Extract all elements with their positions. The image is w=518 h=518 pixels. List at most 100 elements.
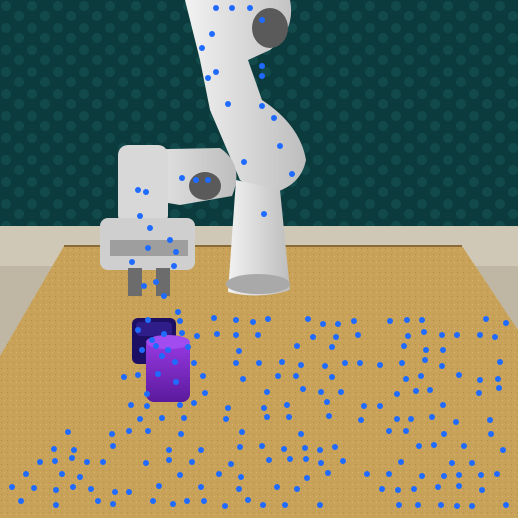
tracking-point — [139, 347, 145, 353]
tracking-point — [488, 431, 494, 437]
tracking-point — [51, 446, 57, 452]
tracking-point — [214, 331, 220, 337]
tracking-point — [112, 489, 118, 495]
tracking-point — [201, 498, 207, 504]
tracking-point — [419, 317, 425, 323]
tracking-point — [198, 447, 204, 453]
tracking-point — [223, 416, 229, 422]
tracking-point — [216, 471, 222, 477]
tracking-point — [18, 498, 24, 504]
tracking-point — [161, 293, 167, 299]
tracking-point — [229, 5, 235, 11]
tracking-point — [259, 103, 265, 109]
tracking-point — [277, 143, 283, 149]
tracking-point — [454, 332, 460, 338]
tracking-point — [181, 415, 187, 421]
tracking-point — [236, 486, 242, 492]
tracking-point — [129, 259, 135, 265]
tracking-point — [303, 456, 309, 462]
tracking-point — [332, 444, 338, 450]
tracking-point — [153, 343, 159, 349]
tracking-point — [403, 376, 409, 382]
tracking-point — [274, 484, 280, 490]
tracking-point — [110, 443, 116, 449]
tracking-point — [386, 428, 392, 434]
tracking-point — [135, 187, 141, 193]
tracking-point — [404, 317, 410, 323]
tracking-point — [497, 359, 503, 365]
tracking-point — [310, 334, 316, 340]
tracking-point — [193, 177, 199, 183]
tracking-point — [287, 456, 293, 462]
tracking-point — [59, 471, 65, 477]
tracking-point — [260, 502, 266, 508]
tracking-point — [237, 444, 243, 450]
tracking-point — [322, 363, 328, 369]
tracking-point — [477, 332, 483, 338]
tracking-point — [421, 329, 427, 335]
tracking-point — [298, 362, 304, 368]
tracking-point — [355, 332, 361, 338]
tracking-point — [166, 457, 172, 463]
tracking-point — [399, 360, 405, 366]
tracking-point — [456, 483, 462, 489]
tracking-point — [403, 428, 409, 434]
tracking-point — [53, 502, 59, 508]
tracking-point — [377, 362, 383, 368]
tracking-point — [275, 373, 281, 379]
tracking-point — [165, 347, 171, 353]
tracking-point — [500, 447, 506, 453]
tracking-point — [135, 327, 141, 333]
tracking-point — [52, 458, 58, 464]
tracking-point — [294, 486, 300, 492]
tracking-point — [159, 353, 165, 359]
tracking-point — [377, 403, 383, 409]
tracking-point — [191, 360, 197, 366]
tracking-point — [395, 487, 401, 493]
tracking-point — [100, 459, 106, 465]
tracking-point — [135, 372, 141, 378]
tracking-point — [398, 459, 404, 465]
tracking-point — [416, 443, 422, 449]
tracking-point — [189, 459, 195, 465]
tracking-point — [261, 211, 267, 217]
tracking-point — [435, 484, 441, 490]
tracking-point — [209, 31, 215, 37]
tracking-point — [31, 485, 37, 491]
tracking-point — [266, 457, 272, 463]
tracking-point — [77, 474, 83, 480]
tracking-point — [317, 502, 323, 508]
tracking-point — [456, 372, 462, 378]
tracking-point — [304, 475, 310, 481]
robot-scene — [0, 0, 518, 518]
tracking-point — [461, 443, 467, 449]
tracking-point — [9, 484, 15, 490]
tracking-point — [225, 101, 231, 107]
tracking-point — [441, 473, 447, 479]
tracking-point — [503, 502, 509, 508]
tracking-point — [161, 331, 167, 337]
tracking-point — [318, 389, 324, 395]
tracking-point — [342, 360, 348, 366]
tracking-point — [394, 391, 400, 397]
tracking-point — [144, 403, 150, 409]
tracking-point — [145, 245, 151, 251]
tracking-point — [440, 347, 446, 353]
tracking-point — [145, 317, 151, 323]
tracking-point — [379, 486, 385, 492]
tracking-point — [259, 17, 265, 23]
tracking-point — [173, 379, 179, 385]
tracking-point — [256, 360, 262, 366]
tracking-point — [429, 414, 435, 420]
purple-block — [146, 335, 190, 402]
tracking-point — [137, 416, 143, 422]
tracking-point — [236, 348, 242, 354]
tracking-point — [177, 472, 183, 478]
scene-canvas — [0, 0, 518, 518]
tracking-point — [128, 402, 134, 408]
tracking-point — [179, 330, 185, 336]
tracking-point — [300, 386, 306, 392]
tracking-point — [259, 73, 265, 79]
tracking-point — [294, 343, 300, 349]
tracking-point — [205, 177, 211, 183]
